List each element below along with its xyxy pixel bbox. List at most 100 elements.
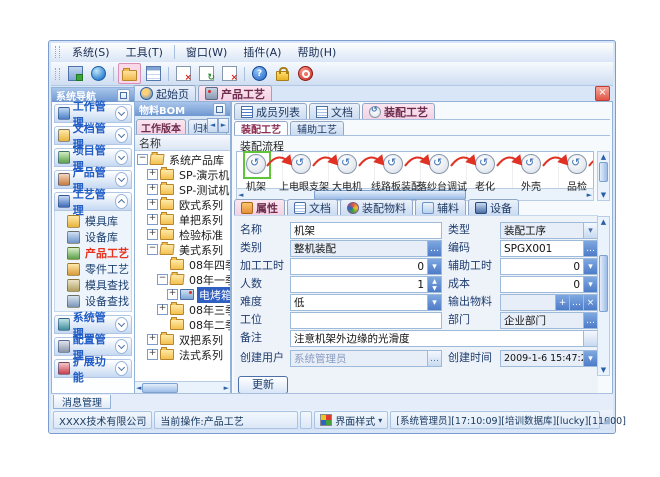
sidebar-item-product-process[interactable]: 产品工艺 [55,245,131,261]
tab-assembly-materials[interactable]: 装配物料 [340,199,413,215]
expand-toggle-icon[interactable] [147,199,158,210]
view-switch-button[interactable] [65,64,86,83]
expand-button[interactable] [115,150,128,165]
tab-equipment[interactable]: 设备 [468,199,519,215]
expand-toggle-icon[interactable] [147,169,158,180]
menu-plugins[interactable]: 插件(A) [235,43,289,61]
tree-node[interactable]: 法式系列 [135,347,230,362]
resize-grip[interactable] [602,415,610,426]
tab-auxiliary-materials[interactable]: 辅料 [415,199,466,215]
interface-style-button[interactable]: 界面样式 [314,411,388,429]
tree-node[interactable]: 系统产品库 [135,152,230,167]
flow-node[interactable]: 品检 [555,154,599,193]
flow-node[interactable]: 大电机 [325,154,369,193]
add-button[interactable] [555,295,569,310]
tab-documents[interactable]: 文档 [309,103,360,119]
browse-button[interactable] [569,295,583,310]
flow-node[interactable]: 上电眼支架 [279,154,323,193]
sidebar-group-process[interactable]: 工艺管理 [54,192,132,211]
scroll-left-button[interactable]: ◄ [207,118,218,133]
name-field[interactable]: 机架 [290,222,442,239]
flow-node[interactable]: 机架 [234,154,278,193]
tree-node[interactable]: SP-测试机系列 [135,182,230,197]
expand-button[interactable] [115,317,128,332]
subtab-auxiliary-process[interactable]: 辅助工艺 [290,121,344,135]
menu-system[interactable]: 系统(S) [64,43,118,61]
browse-button[interactable] [427,241,441,256]
update-button[interactable]: 更新 [238,376,288,394]
folder-button[interactable] [118,63,141,84]
tree-node[interactable]: SP-演示机系列 [135,167,230,182]
scroll-thumb[interactable] [599,162,608,182]
expand-toggle-icon[interactable] [147,184,158,195]
sidebar-item-part-process[interactable]: 零件工艺 [55,261,131,277]
aux-hours-field[interactable]: 0 [500,258,598,275]
expand-toggle-icon[interactable] [167,289,178,300]
scroll-right-arrow-icon[interactable]: ► [224,383,229,393]
menu-window[interactable]: 窗口(W) [178,43,235,61]
spinner-button[interactable] [427,277,441,292]
sidebar-item-mould-search[interactable]: 模具查找 [55,277,131,293]
type-field[interactable]: 装配工序 [500,222,598,239]
tree-node[interactable]: 欧式系列 [135,197,230,212]
expand-toggle-icon[interactable] [137,154,148,165]
expand-toggle-icon[interactable] [147,214,158,225]
create-time-field[interactable]: 2009-1-6 15:47:24 [500,350,598,367]
close-tab-button[interactable] [595,86,610,101]
expand-toggle-icon[interactable] [147,229,158,240]
tree-column-header[interactable]: 名称 [135,135,230,151]
bom-pin-button[interactable] [213,103,226,116]
expand-button[interactable] [115,361,128,376]
globe-button[interactable] [88,64,109,83]
sidebar-item-equipment-search[interactable]: 设备查找 [55,293,131,309]
difficulty-field[interactable]: 低 [290,294,442,311]
dropdown-button[interactable] [583,351,597,366]
remark-expand-button[interactable] [583,331,597,346]
flow-node[interactable]: 外壳 [509,154,553,193]
scroll-up-arrow-icon[interactable]: ▲ [601,217,606,227]
flow-node[interactable]: 线路板装配 [371,154,415,193]
sidebar-item-equipment-library[interactable]: 设备库 [55,229,131,245]
expand-button[interactable] [115,106,128,121]
scroll-up-arrow-icon[interactable]: ▲ [601,152,606,162]
expand-toggle-icon[interactable] [157,274,168,285]
scroll-thumb[interactable] [142,383,178,393]
dropdown-button[interactable] [583,277,597,292]
collapse-button[interactable] [115,194,128,209]
department-field[interactable]: 企业部门 [500,312,598,329]
tree-node[interactable]: 单把系列 [135,212,230,227]
doc-delete-button[interactable] [173,64,194,83]
browse-button[interactable] [583,241,597,256]
scroll-down-arrow-icon[interactable]: ▼ [601,190,606,200]
expand-button[interactable] [115,172,128,187]
scroll-thumb[interactable] [599,255,608,312]
code-field[interactable]: SPGX001 [500,240,598,257]
browse-button[interactable] [583,313,597,328]
tree-node[interactable]: 双把系列 [135,332,230,347]
scroll-down-arrow-icon[interactable]: ▼ [601,365,606,375]
sidebar-pin-button[interactable] [117,89,130,102]
flow-node[interactable]: 老化 [463,154,507,193]
help-button[interactable] [249,64,270,83]
expand-button[interactable] [115,339,128,354]
sidebar-item-mould-library[interactable]: 模具库 [55,213,131,229]
sidebar-group-extension[interactable]: 扩展功能 [54,359,132,378]
dropdown-button[interactable] [427,295,441,310]
tab-working-version[interactable]: 工作版本 [136,119,186,134]
work-hours-field[interactable]: 0 [290,258,442,275]
scroll-left-arrow-icon[interactable]: ◄ [136,383,141,393]
tree-node[interactable]: 电烤箱 [135,287,230,302]
doc-refresh-button[interactable] [196,64,217,83]
output-material-field[interactable] [500,294,598,311]
expand-toggle-icon[interactable] [147,334,158,345]
tab-product-process[interactable]: 产品工艺 [198,85,272,101]
expand-toggle-icon[interactable] [147,244,158,255]
flow-node[interactable]: 落纱台调试 [417,154,461,193]
dropdown-button[interactable] [583,223,597,238]
clear-button[interactable] [583,295,597,310]
remark-field[interactable]: 注意机架外边缘的光滑度 [290,330,598,347]
dropdown-button[interactable] [427,259,441,274]
form-vertical-scrollbar[interactable]: ▲ ▼ [597,216,610,376]
menu-tools[interactable]: 工具(T) [118,43,171,61]
tab-member-list[interactable]: 成员列表 [234,103,307,119]
